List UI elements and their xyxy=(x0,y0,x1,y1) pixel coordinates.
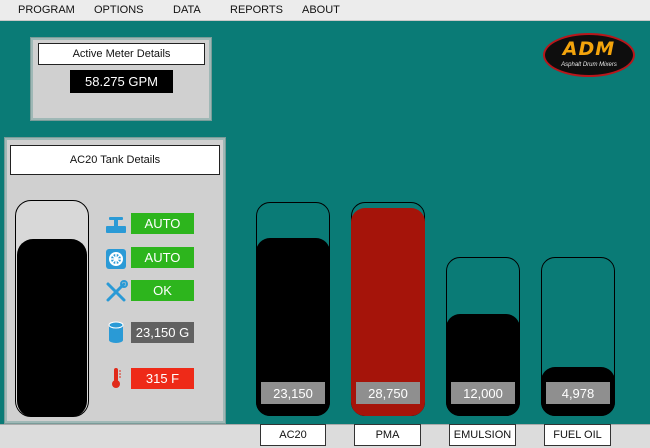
tank-label-emulsion[interactable]: EMULSION xyxy=(449,424,516,446)
tank-value-fuel-oil: 4,978 xyxy=(546,382,610,404)
tank-value-pma: 28,750 xyxy=(356,382,420,404)
pump-icon xyxy=(106,249,126,269)
tank-level-icon xyxy=(108,321,124,343)
tank-value-emulsion: 12,000 xyxy=(451,382,515,404)
active-meter-title: Active Meter Details xyxy=(38,43,205,65)
tank-value-ac20: 23,150 xyxy=(261,382,325,404)
temperature-readout: 315 F xyxy=(131,368,194,389)
adm-logo: ADM Asphalt Drum Mixers xyxy=(543,33,635,77)
logo-subtitle: Asphalt Drum Mixers xyxy=(561,62,617,68)
menu-about[interactable]: ABOUT xyxy=(302,4,340,16)
thermometer-icon xyxy=(112,368,121,388)
pump-status: AUTO xyxy=(131,247,194,268)
menu-reports[interactable]: REPORTS xyxy=(230,4,283,16)
menu-options[interactable]: OPTIONS xyxy=(94,4,144,16)
tank-details-panel: AC20 Tank Details AUTO AUTO OK 23,150 G … xyxy=(4,137,226,424)
detail-tank-level xyxy=(17,239,87,417)
tank-label-pma[interactable]: PMA xyxy=(354,424,421,446)
tools-icon xyxy=(106,280,128,302)
menu-program[interactable]: PROGRAM xyxy=(18,4,75,16)
menu-bar: PROGRAM OPTIONS DATA REPORTS ABOUT xyxy=(0,0,650,21)
valve-status: AUTO xyxy=(131,213,194,234)
meter-flow-readout: 58.275 GPM xyxy=(70,70,173,93)
active-meter-panel: Active Meter Details 58.275 GPM xyxy=(30,37,212,121)
tank-label-ac20[interactable]: AC20 xyxy=(260,424,326,446)
tank-volume-readout: 23,150 G xyxy=(131,322,194,343)
valve-icon xyxy=(106,217,126,233)
tank-details-title: AC20 Tank Details xyxy=(10,145,220,175)
tank-label-fuel-oil[interactable]: FUEL OIL xyxy=(544,424,611,446)
maintenance-status: OK xyxy=(131,280,194,301)
logo-text: ADM xyxy=(562,38,616,60)
menu-data[interactable]: DATA xyxy=(173,4,201,16)
